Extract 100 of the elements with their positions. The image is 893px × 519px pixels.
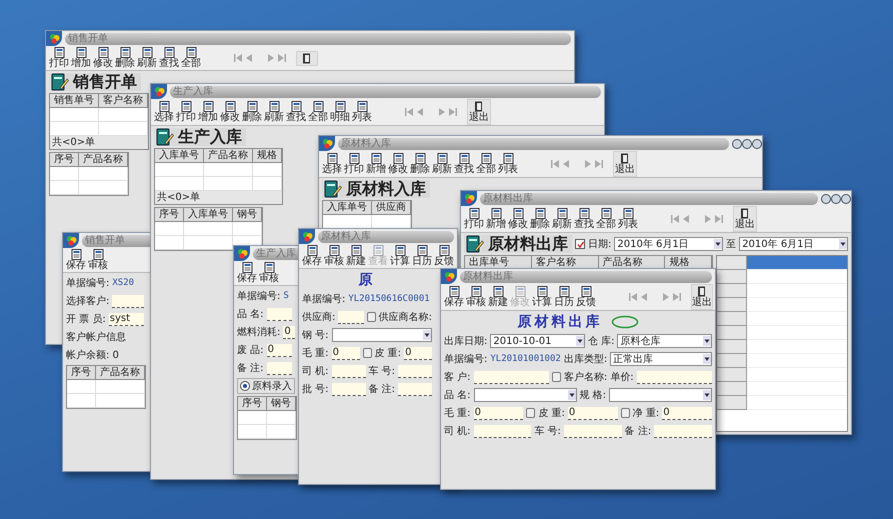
toolbar-button[interactable]: 审核 [87, 248, 109, 272]
toolbar-button[interactable]: 查找 [573, 207, 595, 231]
toolbar-button[interactable]: 审核 [465, 285, 487, 309]
dropdown-field[interactable] [332, 328, 432, 342]
dropdown-field[interactable] [609, 388, 712, 402]
toolbar-button[interactable]: 新建 [345, 244, 367, 268]
toolbar-button[interactable]: 新建 [487, 285, 509, 309]
input-field[interactable]: 0 [474, 406, 524, 420]
input-field[interactable] [398, 364, 432, 378]
input-field[interactable] [112, 294, 144, 308]
lookup-button[interactable] [552, 372, 561, 382]
navigation-arrows-icon[interactable] [549, 158, 605, 170]
toolbar-button[interactable]: 刷新 [551, 207, 573, 231]
dropdown-field[interactable]: 原料仓库 [617, 334, 712, 348]
input-field[interactable] [398, 382, 432, 396]
toolbar-button[interactable]: 计算 [531, 285, 553, 309]
exit-button[interactable]: 退出 [613, 151, 637, 177]
input-field[interactable] [332, 364, 366, 378]
toolbar-button[interactable]: 查找 [158, 46, 180, 70]
dropdown-field[interactable]: 2010-10-01 [490, 334, 585, 348]
toolbar-button[interactable]: 列表 [351, 100, 373, 124]
input-field[interactable]: 0 [332, 346, 360, 360]
lookup-button[interactable] [362, 348, 372, 358]
list-row[interactable] [747, 256, 847, 270]
toolbar-button[interactable]: 打印 [48, 46, 70, 70]
toolbar-button[interactable]: 全部 [180, 46, 202, 70]
checkbox[interactable] [575, 239, 585, 249]
toolbar-button[interactable]: 日历 [553, 285, 575, 309]
toolbar-button[interactable]: 列表 [497, 152, 519, 176]
toolbar-button[interactable]: 全部 [475, 152, 497, 176]
navigation-arrows-icon[interactable] [627, 291, 683, 303]
toolbar-button[interactable]: 反馈 [433, 244, 455, 268]
toolbar-button[interactable]: 查找 [453, 152, 475, 176]
input-field[interactable] [564, 424, 622, 438]
toolbar-button[interactable]: 计算 [389, 244, 411, 268]
lookup-button[interactable] [526, 408, 536, 418]
toolbar-button[interactable]: 保存 [443, 285, 465, 309]
toolbar-button[interactable]: 审核 [323, 244, 345, 268]
toolbar-button[interactable]: 打印 [175, 100, 197, 124]
toolbar-button[interactable]: 打印 [343, 152, 365, 176]
toolbar-button[interactable]: 日历 [411, 244, 433, 268]
navigation-arrows-icon[interactable] [669, 213, 725, 225]
toolbar-button[interactable]: 审核 [258, 261, 280, 285]
column-header[interactable]: 入库单号 [323, 201, 372, 215]
input-field[interactable]: 0 [266, 344, 292, 356]
toolbar-button[interactable]: 修改 [92, 46, 114, 70]
toolbar-button[interactable]: 删除 [409, 152, 431, 176]
toolbar-button[interactable]: 选择 [153, 100, 175, 124]
toolbar-button[interactable]: 新增 [365, 152, 387, 176]
input-field[interactable] [266, 308, 292, 320]
toolbar-button[interactable]: 刷新 [431, 152, 453, 176]
toolbar-button[interactable]: 新增 [485, 207, 507, 231]
column-header[interactable]: 序号 [238, 397, 267, 411]
column-header[interactable]: 供应商 [372, 201, 411, 215]
toolbar-button[interactable]: 删除 [114, 46, 136, 70]
toolbar-button[interactable]: 全部 [595, 207, 617, 231]
toolbar-button[interactable]: 增加 [197, 100, 219, 124]
toolbar-button[interactable]: 删除 [241, 100, 263, 124]
input-field[interactable] [636, 370, 712, 384]
dropdown-field[interactable]: 正常出库 [610, 352, 712, 366]
input-field[interactable] [654, 424, 712, 438]
toolbar-button[interactable]: 打印 [463, 207, 485, 231]
input-field[interactable] [474, 424, 532, 438]
input-field[interactable]: 0 [662, 406, 712, 420]
window-buttons-icon[interactable] [821, 192, 851, 204]
column-header[interactable]: 入库单号 [155, 149, 204, 163]
toolbar-button[interactable]: 刷新 [263, 100, 285, 124]
input-field[interactable] [338, 310, 364, 324]
dropdown-field[interactable]: 2010年 6月1日 [739, 237, 848, 251]
toolbar-button[interactable]: 明细 [329, 100, 351, 124]
toolbar-button[interactable]: 修改 [387, 152, 409, 176]
input-field[interactable] [266, 362, 292, 374]
exit-button[interactable]: 退出 [733, 206, 757, 232]
column-header[interactable]: 钢号 [267, 397, 296, 411]
exit-button[interactable] [296, 50, 318, 66]
column-header[interactable]: 入库单号 [184, 208, 233, 222]
navigation-arrows-icon[interactable] [403, 106, 459, 118]
toolbar-button[interactable]: 列表 [617, 207, 639, 231]
toolbar-button[interactable]: 保存 [236, 261, 258, 285]
lookup-button[interactable] [366, 312, 376, 322]
toolbar-button[interactable]: 修改 [219, 100, 241, 124]
input-field[interactable]: 0 [404, 346, 432, 360]
navigation-arrows-icon[interactable] [232, 52, 288, 64]
exit-button[interactable]: 退出 [467, 99, 491, 125]
column-header[interactable]: 产品名称 [79, 153, 128, 167]
input-field[interactable] [332, 382, 366, 396]
input-field[interactable]: 0 [568, 406, 618, 420]
toolbar-button[interactable]: 保存 [301, 244, 323, 268]
toolbar-button[interactable]: 选择 [321, 152, 343, 176]
dropdown-field[interactable]: 2010年 6月1日 [614, 237, 724, 251]
column-header[interactable]: 钢号 [233, 208, 262, 222]
column-header[interactable]: 客户名称 [99, 94, 148, 108]
toolbar-button[interactable]: 删除 [529, 207, 551, 231]
dropdown-field[interactable] [474, 388, 576, 402]
column-header[interactable]: 产品名称 [96, 366, 145, 380]
input-field[interactable]: syst [108, 312, 144, 326]
lookup-button[interactable] [620, 408, 630, 418]
toolbar-button[interactable]: 全部 [307, 100, 329, 124]
column-header[interactable]: 序号 [155, 208, 184, 222]
column-header[interactable]: 序号 [67, 366, 96, 380]
